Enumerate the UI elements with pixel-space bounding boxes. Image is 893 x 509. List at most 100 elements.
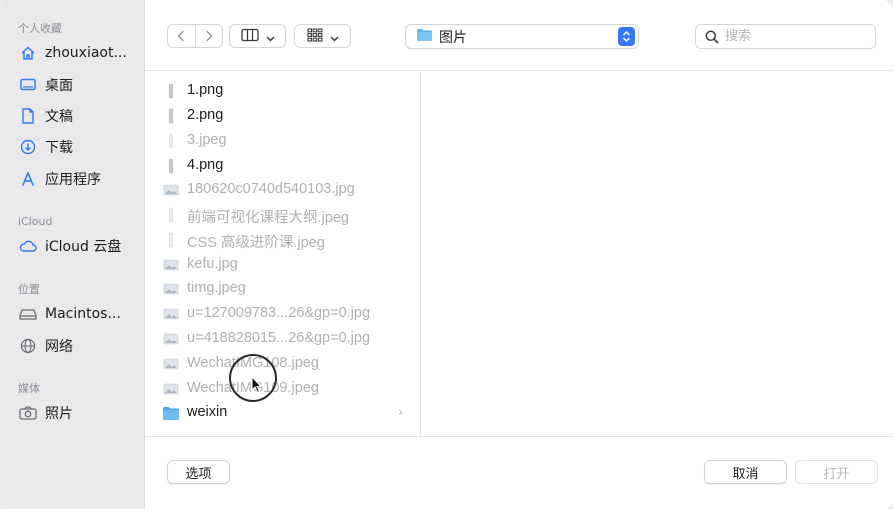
sidebar-section-favorites: 个人收藏 [18,22,62,35]
search-input[interactable] [725,29,855,44]
image-thumbnail-icon [162,281,180,297]
open-file-dialog: 个人收藏 zhouxiaot... 桌面 文稿 下载 应用程序 iCloud i… [0,0,893,509]
sidebar-item-label: 照片 [45,406,73,422]
sidebar-item-label: iCloud 云盘 [45,239,122,255]
sidebar-item-label: 文稿 [45,109,73,125]
file-row[interactable]: timg.jpeg [145,277,421,301]
open-button[interactable]: 打开 [795,460,878,484]
navigation-buttons [167,24,223,48]
file-name: timg.jpeg [187,280,246,296]
forward-button[interactable] [194,25,223,47]
document-icon [18,107,38,125]
file-row[interactable]: 2.png [145,104,421,128]
image-thumbnail-icon [162,306,180,322]
bottom-bar: 选项 取消 打开 [145,436,893,509]
file-name: 前端可视化课程大纲.jpeg [187,210,349,226]
png-file-icon [162,108,180,124]
folder-icon [162,405,180,421]
search-icon [705,30,719,44]
file-row[interactable]: 4.png [145,154,421,178]
sidebar-item-applications[interactable]: 应用程序 [18,168,140,190]
sidebar-item-documents[interactable]: 文稿 [18,105,140,127]
mouse-pointer-icon [251,375,263,398]
file-name: CSS 高级进阶课.jpeg [187,235,325,251]
file-row[interactable]: WechatIMG109.jpeg [145,377,421,401]
chevron-down-icon [265,27,275,46]
file-name: 4.png [187,157,224,173]
sidebar-section-icloud: iCloud [18,215,53,228]
png-file-icon [162,158,180,174]
disk-icon [18,305,38,323]
sidebar-item-label: 网络 [45,339,73,355]
file-name: kefu.jpg [187,256,238,272]
file-row[interactable]: u=418828015...26&gp=0.jpg [145,327,421,351]
file-name: 1.png [187,82,224,98]
folder-icon [416,27,433,46]
file-name: u=127009783...26&gp=0.jpg [187,305,371,321]
chevron-left-icon [177,27,185,46]
location-popup[interactable]: 图片 [405,24,639,49]
file-row[interactable]: 180620c0740d540103.jpg [145,178,421,202]
file-row[interactable]: kefu.jpg [145,253,421,277]
sidebar-section-media: 媒体 [18,382,40,395]
sidebar-item-photos[interactable]: 照片 [18,402,140,424]
applications-icon [18,170,38,188]
sidebar-section-locations: 位置 [18,283,40,296]
file-name: 2.png [187,107,224,123]
sidebar-item-home[interactable]: zhouxiaot... [18,42,140,64]
file-row[interactable]: u=127009783...26&gp=0.jpg [145,302,421,326]
file-name: 3.jpeg [187,132,227,148]
sidebar-item-network[interactable]: 网络 [18,335,140,357]
grid-icon [306,27,323,46]
sidebar-item-downloads[interactable]: 下载 [18,136,140,158]
sidebar-item-label: 应用程序 [45,172,101,188]
camera-icon [18,404,38,422]
image-thumbnail-icon [162,182,180,198]
file-column: 1.png 2.png 3.jpeg 4.png 180620c0740d540103.… [145,72,421,436]
folder-row[interactable]: weixin › [145,401,421,425]
sidebar-item-label: zhouxiaot... [45,45,127,61]
group-view-button[interactable] [294,24,351,48]
sidebar-item-macintosh-hd[interactable]: Macintos... [18,303,140,325]
back-button[interactable] [168,25,195,47]
file-name: 180620c0740d540103.jpg [187,181,355,197]
sidebar: 个人收藏 zhouxiaot... 桌面 文稿 下载 应用程序 iCloud i… [0,0,145,509]
chevron-right-icon: › [398,405,403,419]
columns-icon [240,27,259,46]
image-thumbnail-icon [162,257,180,273]
toolbar: 图片 [145,0,893,71]
image-thumbnail-icon [162,381,180,397]
updown-chevron-icon [618,27,635,46]
jpeg-file-icon [162,133,180,149]
jpeg-file-icon [162,232,180,248]
image-thumbnail-icon [162,331,180,347]
cloud-icon [18,237,38,255]
download-icon [18,138,38,156]
image-thumbnail-icon [162,356,180,372]
cancel-button[interactable]: 取消 [704,460,787,484]
file-row[interactable]: CSS 高级进阶课.jpeg [145,228,421,252]
sidebar-item-desktop[interactable]: 桌面 [18,74,140,96]
file-row[interactable]: WechatIMG108.jpeg [145,352,421,376]
chevron-right-icon [205,27,213,46]
png-file-icon [162,83,180,99]
sidebar-item-label: Macintos... [45,306,121,322]
jpeg-file-icon [162,207,180,223]
network-icon [18,337,38,355]
file-row[interactable]: 1.png [145,79,421,103]
file-name: weixin [187,404,228,420]
options-button[interactable]: 选项 [167,460,230,484]
home-icon [18,44,38,62]
sidebar-item-icloud-drive[interactable]: iCloud 云盘 [18,235,140,257]
location-label: 图片 [439,29,467,46]
sidebar-item-label: 下载 [45,140,73,156]
file-row[interactable]: 前端可视化课程大纲.jpeg [145,203,421,227]
desktop-icon [18,76,38,94]
column-view-button[interactable] [229,24,286,48]
search-field[interactable] [695,24,876,49]
file-row[interactable]: 3.jpeg [145,129,421,153]
chevron-down-icon [329,27,339,46]
preview-column [421,72,893,436]
sidebar-item-label: 桌面 [45,78,73,94]
file-name: u=418828015...26&gp=0.jpg [187,330,371,346]
